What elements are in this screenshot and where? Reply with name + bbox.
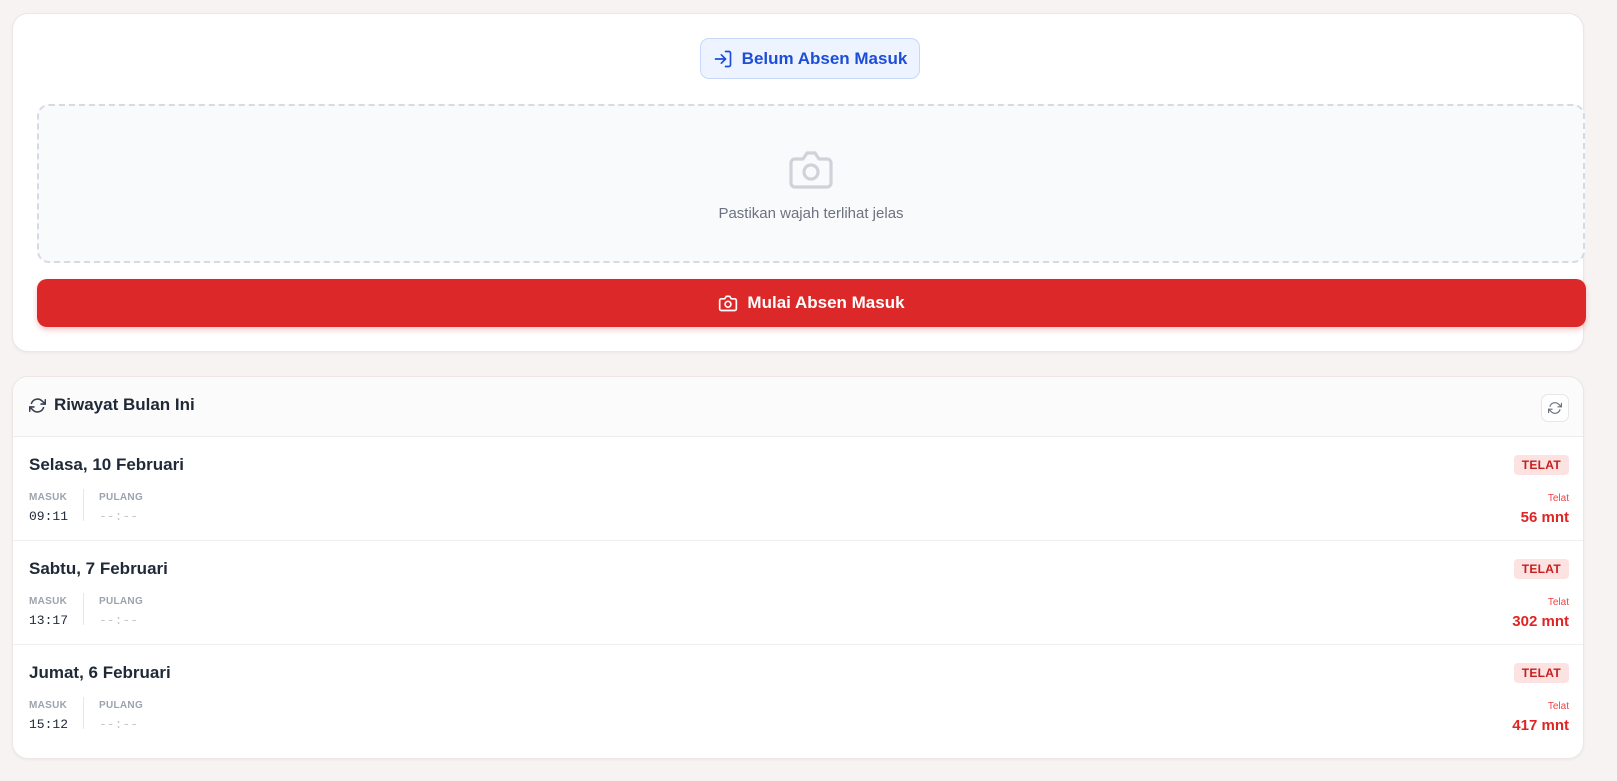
check-in-block: MASUK 09:11 [29, 492, 68, 524]
check-out-label: PULANG [99, 700, 144, 711]
start-check-in-button[interactable]: Mulai Absen Masuk [37, 279, 1586, 327]
check-out-block: PULANG --:-- [99, 492, 143, 524]
attendance-card: Belum Absen Masuk Pastikan wajah terliha… [12, 13, 1586, 352]
time-divider [83, 697, 84, 729]
history-title: Riwayat Bulan Ini [29, 395, 195, 415]
camera-hint: Pastikan wajah terlihat jelas [718, 205, 904, 222]
history-row[interactable]: Sabtu, 7 Februari TELAT MASUK 13:17 PULA… [13, 541, 1583, 645]
check-in-time: 13:17 [29, 613, 69, 628]
check-in-time: 09:11 [29, 509, 69, 524]
check-out-label: PULANG [99, 596, 144, 607]
check-in-label: MASUK [29, 596, 68, 607]
refresh-icon [1548, 401, 1562, 415]
check-in-label: MASUK [29, 700, 68, 711]
check-out-label: PULANG [99, 492, 144, 503]
late-label: Telat [1547, 597, 1569, 608]
check-in-time: 15:12 [29, 717, 69, 732]
time-divider [83, 593, 84, 625]
status-badge: TELAT [1513, 559, 1569, 579]
check-in-block: MASUK 13:17 [29, 596, 68, 628]
history-title-label: Riwayat Bulan Ini [54, 395, 195, 414]
check-in-label: MASUK [29, 492, 68, 503]
late-label: Telat [1547, 493, 1569, 504]
refresh-history-button[interactable] [1541, 394, 1569, 422]
check-out-time: --:-- [99, 717, 139, 732]
status-badge: TELAT [1513, 663, 1569, 683]
record-date: Selasa, 10 Februari [29, 455, 184, 474]
time-divider [83, 489, 84, 521]
record-date: Jumat, 6 Februari [29, 663, 171, 682]
history-row[interactable]: Selasa, 10 Februari TELAT MASUK 09:11 PU… [13, 437, 1583, 541]
attendance-status-badge: Belum Absen Masuk [700, 38, 920, 79]
late-duration: 417 mnt [1512, 717, 1569, 734]
refresh-icon [29, 397, 46, 414]
check-out-time: --:-- [99, 509, 139, 524]
history-header: Riwayat Bulan Ini [13, 377, 1583, 437]
late-duration: 302 mnt [1512, 613, 1569, 630]
login-icon [713, 49, 733, 69]
camera-icon [787, 147, 835, 191]
check-in-block: MASUK 15:12 [29, 700, 68, 732]
start-check-in-label: Mulai Absen Masuk [747, 293, 905, 312]
record-date: Sabtu, 7 Februari [29, 559, 168, 578]
history-card: Riwayat Bulan Ini Selasa, 10 Februari TE… [12, 376, 1584, 759]
late-label: Telat [1547, 701, 1569, 712]
status-badge: TELAT [1513, 455, 1569, 475]
check-out-time: --:-- [99, 613, 139, 628]
check-out-block: PULANG --:-- [99, 700, 143, 732]
late-duration: 56 mnt [1520, 509, 1569, 526]
attendance-status-label: Belum Absen Masuk [741, 48, 908, 68]
camera-preview[interactable]: Pastikan wajah terlihat jelas [37, 104, 1585, 263]
history-row[interactable]: Jumat, 6 Februari TELAT MASUK 15:12 PULA… [13, 645, 1583, 749]
check-out-block: PULANG --:-- [99, 596, 143, 628]
camera-icon [718, 293, 738, 313]
